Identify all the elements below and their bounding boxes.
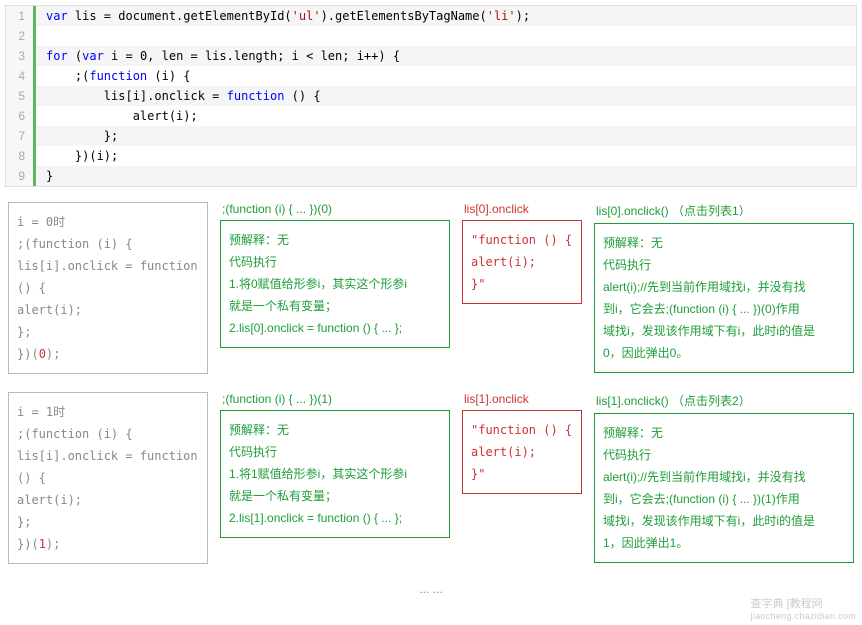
exec-header: lis[0].onclick() （点击列表1） xyxy=(594,202,854,219)
code-line: 8 })(i); xyxy=(6,146,856,166)
iife-box: 预解释：无代码执行1.将0赋值给形参i，其实这个形参i就是一个私有变量；2.li… xyxy=(220,220,450,348)
line-code: ;(function (i) { xyxy=(36,66,856,86)
code-line: 6 alert(i); xyxy=(6,106,856,126)
line-code: var lis = document.getElementById('ul').… xyxy=(36,6,856,26)
code-block: 1var lis = document.getElementById('ul')… xyxy=(5,5,857,187)
code-line: 5 lis[i].onclick = function () { xyxy=(6,86,856,106)
line-number: 2 xyxy=(6,26,36,46)
line-number: 8 xyxy=(6,146,36,166)
code-line: 2 xyxy=(6,26,856,46)
iife-header: ;(function (i) { ... })(1) xyxy=(220,392,450,406)
watermark: 查字典 [教程网 jiaocheng.chazidian.com xyxy=(751,595,856,621)
line-code: })(i); xyxy=(36,146,856,166)
watermark-main: 查字典 [教程网 xyxy=(751,595,856,611)
iife-box: 预解释：无代码执行1.将1赋值给形参i，其实这个形参i就是一个私有变量；2.li… xyxy=(220,410,450,538)
line-number: 1 xyxy=(6,6,36,26)
code-line: 1var lis = document.getElementById('ul')… xyxy=(6,6,856,26)
line-number: 9 xyxy=(6,166,36,186)
explanation-row: i = 1时;(function (i) { lis[i].onclick = … xyxy=(8,392,854,564)
line-code: } xyxy=(36,166,856,186)
watermark-url: jiaocheng.chazidian.com xyxy=(751,611,856,621)
code-line: 9} xyxy=(6,166,856,186)
exec-box: 预解释：无代码执行alert(i);//先到当前作用域找i，并没有找到i，它会去… xyxy=(594,223,854,373)
code-line: 3for (var i = 0, len = lis.length; i < l… xyxy=(6,46,856,66)
onclick-header: lis[1].onclick xyxy=(462,392,582,406)
exec-box: 预解释：无代码执行alert(i);//先到当前作用域找i，并没有找到i，它会去… xyxy=(594,413,854,563)
iteration-box: i = 1时;(function (i) { lis[i].onclick = … xyxy=(8,392,208,564)
iteration-box: i = 0时;(function (i) { lis[i].onclick = … xyxy=(8,202,208,374)
code-line: 4 ;(function (i) { xyxy=(6,66,856,86)
explanation-rows: i = 0时;(function (i) { lis[i].onclick = … xyxy=(0,202,862,564)
line-number: 4 xyxy=(6,66,36,86)
line-number: 5 xyxy=(6,86,36,106)
explanation-row: i = 0时;(function (i) { lis[i].onclick = … xyxy=(8,202,854,374)
iife-header: ;(function (i) { ... })(0) xyxy=(220,202,450,216)
line-number: 3 xyxy=(6,46,36,66)
ellipsis: ... ... xyxy=(0,582,862,596)
exec-header: lis[1].onclick() （点击列表2） xyxy=(594,392,854,409)
line-code: alert(i); xyxy=(36,106,856,126)
line-code: lis[i].onclick = function () { xyxy=(36,86,856,106)
onclick-box: "function () { alert(i);}" xyxy=(462,410,582,494)
onclick-box: "function () { alert(i);}" xyxy=(462,220,582,304)
line-code xyxy=(36,26,856,46)
line-number: 6 xyxy=(6,106,36,126)
line-code: for (var i = 0, len = lis.length; i < le… xyxy=(36,46,856,66)
line-number: 7 xyxy=(6,126,36,146)
onclick-header: lis[0].onclick xyxy=(462,202,582,216)
code-line: 7 }; xyxy=(6,126,856,146)
line-code: }; xyxy=(36,126,856,146)
